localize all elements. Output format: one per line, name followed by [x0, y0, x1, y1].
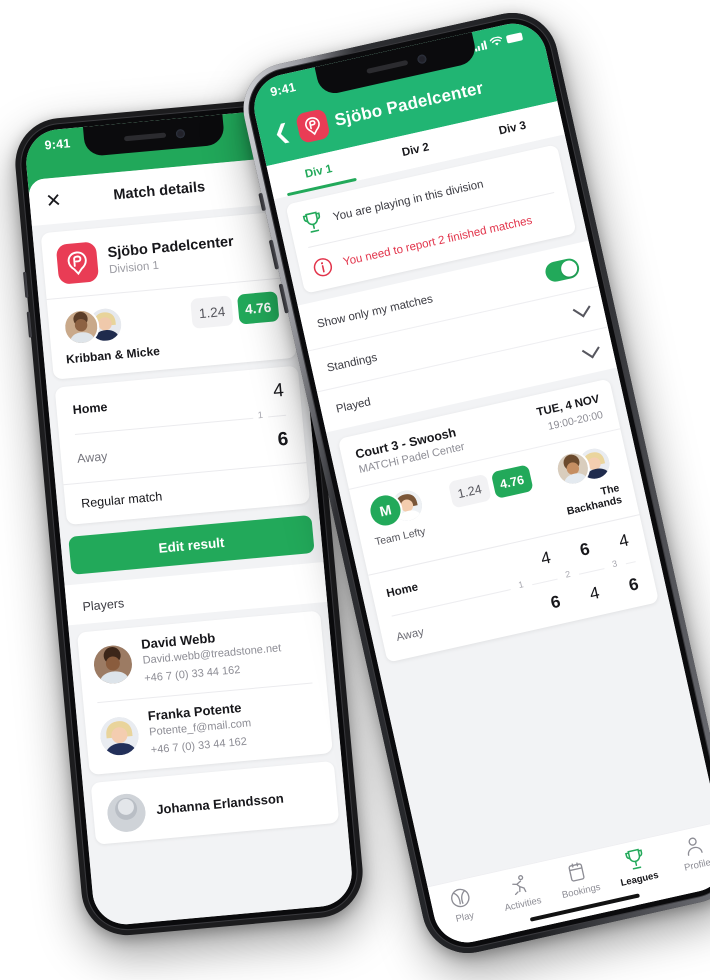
- avatar: [105, 791, 148, 834]
- score-set-3: 6: [626, 574, 641, 595]
- home-label: Home: [385, 581, 420, 601]
- odds-button[interactable]: 1.24: [447, 473, 492, 509]
- earpiece-speaker: [366, 59, 409, 74]
- score-set-3: 4: [617, 530, 631, 552]
- chevron-down-icon: [572, 299, 591, 318]
- away-score: 6: [276, 428, 290, 451]
- accordion-label: Played: [334, 395, 372, 416]
- away-label: Away: [76, 449, 109, 466]
- odds-button-selected[interactable]: 4.76: [490, 464, 534, 500]
- chevron-left-icon[interactable]: ❮: [271, 120, 292, 145]
- trophy-icon: [625, 848, 643, 870]
- team-name: Kribban & Micke: [65, 343, 161, 367]
- tab-play[interactable]: Play: [429, 881, 495, 929]
- tab-label: Bookings: [561, 881, 602, 902]
- score-set-1: 6: [548, 591, 563, 613]
- tab-activities[interactable]: Activities: [487, 868, 553, 916]
- trophy-icon: [302, 211, 321, 233]
- status-clock: 9:41: [268, 80, 298, 100]
- home-team-avatars: M: [365, 485, 429, 531]
- players-card: David Webb David.webb@treadstone.net +46…: [76, 610, 333, 775]
- away-label: Away: [395, 626, 426, 644]
- tab-label: Leagues: [619, 869, 660, 889]
- player-text: Franka Potente Potente_f@mail.com +46 7 …: [147, 699, 253, 759]
- tab-label: Profile: [683, 857, 710, 874]
- odds-button-selected[interactable]: 4.76: [236, 291, 280, 325]
- away-team-block: The Backhands: [537, 443, 623, 522]
- wifi-icon: [489, 36, 503, 46]
- match-schedule: TUE, 4 NOV 19:00-20:00: [536, 393, 605, 435]
- venue-text: Sjöbo Padelcenter Division 1: [107, 233, 236, 275]
- odds-group: 1.24 4.76: [447, 461, 534, 509]
- tab-label: Activities: [503, 894, 543, 914]
- signal-bars-icon: [473, 39, 488, 52]
- players-card-overflow: Johanna Erlandsson: [90, 760, 340, 845]
- chevron-down-icon: [581, 340, 600, 359]
- page-title: Match details: [112, 179, 206, 204]
- info-circle-icon: [313, 258, 333, 277]
- home-team-block: M Team Lefty: [365, 481, 449, 548]
- show-only-my-matches-toggle[interactable]: [543, 256, 582, 284]
- away-team-avatars: [552, 443, 617, 489]
- player-text: David Webb David.webb@treadstone.net +46…: [141, 624, 284, 687]
- accordion-label: Standings: [325, 351, 379, 375]
- screenshot-stage: 9:41 ✕ Match details Sjöbo Padelcenter D…: [0, 0, 710, 980]
- status-indicators: [473, 31, 524, 52]
- list-item[interactable]: Johanna Erlandsson: [91, 761, 340, 845]
- toggle-knob: [559, 259, 579, 279]
- avatar: [98, 715, 141, 758]
- match-card[interactable]: Court 3 - Swoosh MATCHi Padel Center TUE…: [337, 378, 660, 663]
- avatar: [92, 644, 134, 686]
- tab-bookings[interactable]: Bookings: [546, 855, 612, 903]
- player-name: Johanna Erlandsson: [155, 790, 285, 818]
- team-avatars: [61, 305, 127, 347]
- set-number: 1: [252, 409, 269, 422]
- person-icon: [687, 837, 703, 856]
- padel-app-logo: [55, 241, 100, 285]
- front-camera-icon: [416, 53, 428, 65]
- score-set-2: 4: [587, 583, 602, 604]
- odds-group: 1.24 4.76: [190, 291, 280, 329]
- away-team-name: The Backhands: [565, 482, 624, 518]
- left-phone-volume-down[interactable]: [26, 311, 32, 338]
- earpiece-speaker: [123, 132, 166, 141]
- padel-app-logo: [294, 108, 331, 145]
- odds-button[interactable]: 1.24: [190, 295, 234, 329]
- home-score: 4: [272, 379, 285, 402]
- status-clock: 9:41: [44, 136, 72, 153]
- result-card: Home 4 1 Away 6 Regular match: [54, 365, 311, 526]
- team-block: Kribban & Micke: [61, 302, 161, 367]
- score-set-2: 6: [578, 539, 592, 560]
- tab-profile[interactable]: Profile: [662, 829, 710, 877]
- tab-label: Play: [454, 910, 476, 925]
- tab-leagues[interactable]: Leagues: [604, 842, 670, 891]
- calendar-icon: [569, 862, 586, 882]
- ball-icon: [451, 888, 470, 908]
- left-phone-volume-up[interactable]: [23, 271, 29, 298]
- score-set-1: 4: [539, 547, 553, 569]
- front-camera-icon: [175, 128, 185, 139]
- match-summary-card: Sjöbo Padelcenter Division 1 Kribban & M…: [40, 211, 297, 380]
- home-label: Home: [72, 399, 108, 418]
- battery-icon: [505, 32, 524, 44]
- runner-icon: [512, 875, 527, 896]
- close-icon[interactable]: ✕: [45, 190, 67, 212]
